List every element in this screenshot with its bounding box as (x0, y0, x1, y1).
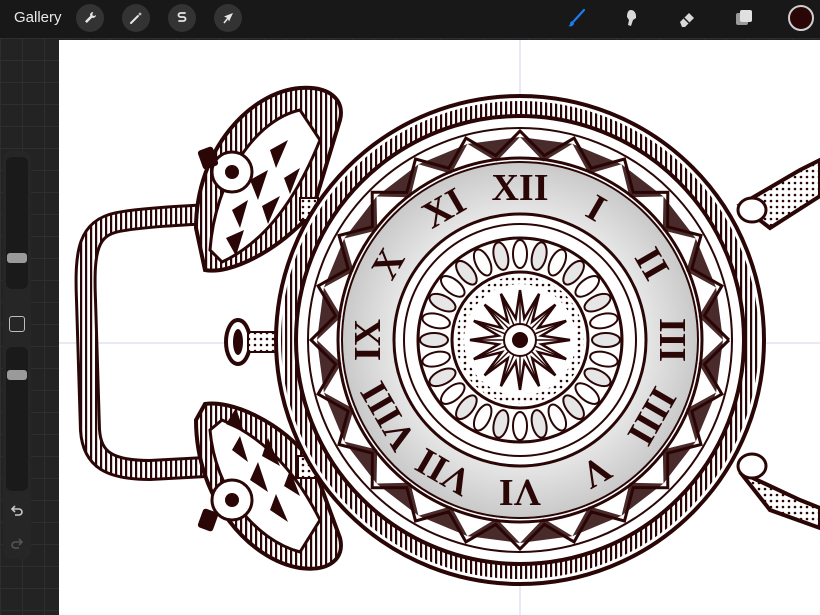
layers-button[interactable] (731, 5, 757, 31)
square-icon[interactable] (9, 316, 25, 332)
numeral-6: VI (499, 471, 541, 513)
numeral-12: XII (491, 167, 548, 209)
brush-tool[interactable] (563, 5, 589, 31)
top-toolbar: Gallery (0, 0, 820, 38)
actions-button[interactable] (76, 4, 104, 32)
gallery-button[interactable]: Gallery (14, 9, 62, 26)
smudge-tool[interactable] (619, 5, 645, 31)
selection-button[interactable] (168, 4, 196, 32)
layers-icon (736, 10, 752, 25)
s-selection-icon (177, 12, 187, 22)
transform-button[interactable] (214, 4, 242, 32)
brush-icon (568, 8, 586, 27)
drawing-canvas[interactable]: XII I II III IIII V VI VII VIII IX X XI (59, 40, 820, 615)
adjustments-button[interactable] (122, 4, 150, 32)
undo-arrow-icon[interactable] (9, 503, 25, 519)
color-swatch[interactable] (788, 5, 814, 31)
numeral-3: III (651, 318, 693, 362)
brush-size-thumb[interactable] (7, 253, 27, 264)
eraser-tool[interactable] (674, 5, 700, 31)
brush-opacity-thumb[interactable] (7, 370, 27, 381)
magic-wand-icon (130, 12, 142, 24)
left-sidebar (3, 151, 31, 559)
mandala-clock-drawing: XII IIIIIIIIIIVVIVIIVIIIIXXXI (59, 40, 820, 615)
numeral-9: IX (347, 319, 389, 361)
redo-arrow-icon[interactable] (9, 536, 25, 552)
central-mandala (416, 236, 624, 444)
brush-size-slider[interactable] (6, 157, 28, 289)
brush-opacity-slider[interactable] (6, 347, 28, 491)
smudge-icon (627, 10, 636, 26)
wrench-icon (85, 12, 96, 23)
arrow-cursor-icon (223, 13, 233, 24)
eraser-icon (680, 13, 694, 27)
